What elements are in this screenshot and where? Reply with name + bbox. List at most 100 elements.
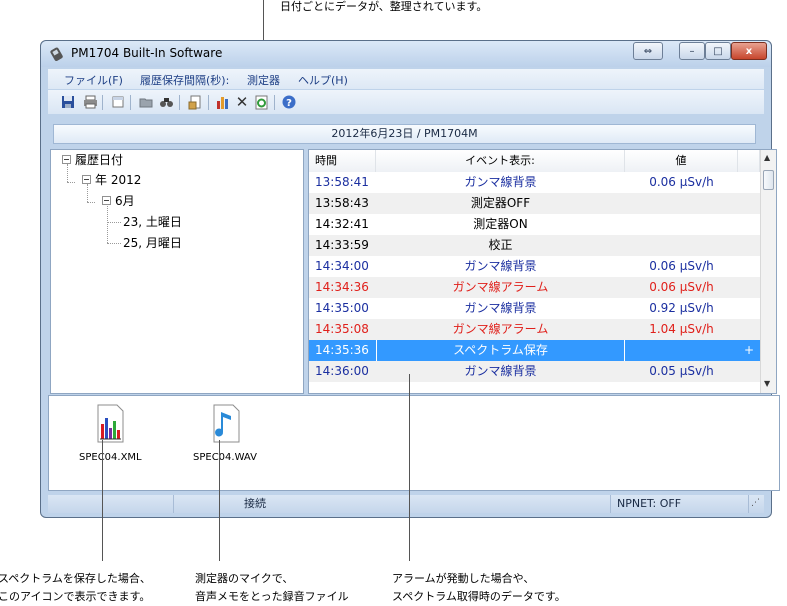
tree-line (107, 222, 121, 223)
menu-file[interactable]: ファイル(F) (64, 72, 123, 88)
header-value[interactable]: 値 (625, 150, 738, 172)
resize-grip-icon[interactable]: ⋰ (751, 498, 762, 509)
spectrum-chart-icon[interactable] (95, 404, 125, 444)
menu-history-interval[interactable]: 履歴保存間隔(秒): (140, 72, 229, 88)
event-time: 14:35:00 (315, 301, 369, 315)
annotation-bottom-middle-line2: 音声メモをとった録音ファイル (195, 590, 349, 603)
annotation-bottom-right-line2: スペクトラム取得時のデータです。 (392, 590, 566, 603)
find-icon[interactable] (158, 94, 174, 110)
tree-node-root[interactable]: 履歴日付 (75, 152, 123, 168)
event-row[interactable]: 13:58:41 ガンマ線背景 0.06 µSv/h (309, 172, 760, 193)
tree-line (107, 243, 121, 244)
annotation-bottom-middle-line1: 測定器のマイクで、 (195, 572, 294, 585)
tree-line (107, 204, 108, 243)
tree-collapse-toggle[interactable] (62, 155, 71, 164)
window-title: PM1704 Built-In Software (71, 46, 223, 60)
event-row[interactable]: 14:36:00 ガンマ線背景 0.05 µSv/h (309, 361, 760, 382)
export-icon[interactable] (187, 94, 203, 110)
annotation-bottom-middle-leader (219, 440, 220, 561)
annotation-bottom-right-leader (409, 374, 410, 561)
new-icon[interactable] (110, 94, 126, 110)
tree-line (67, 164, 68, 182)
menu-device[interactable]: 測定器 (247, 72, 280, 88)
event-value (625, 235, 738, 256)
chart-icon[interactable] (215, 94, 231, 110)
event-name: ガンマ線アラーム (452, 322, 549, 336)
app-window: PM1704 Built-In Software ⇔ – □ x ファイル(F)… (40, 40, 780, 518)
tree-line (67, 182, 75, 183)
expand-marker[interactable]: + (738, 340, 760, 361)
event-list-header: 時間 イベント表示: 値 (309, 150, 760, 173)
status-panel-empty (48, 495, 174, 513)
annotation-top: 日付ごとにデータが、整理されています。 (280, 0, 488, 13)
event-name: ガンマ線背景 (464, 175, 537, 189)
event-row[interactable]: 14:35:36 スペクトラム保存 + (309, 340, 760, 361)
tree-node-day-25[interactable]: 25, 月曜日 (123, 235, 182, 251)
attachment-files-pane: SPEC04.XML SPEC04.WAV (48, 395, 780, 491)
header-time[interactable]: 時間 (309, 150, 376, 172)
tree-node-year[interactable]: 年 2012 (95, 172, 141, 188)
annotation-bottom-left-line2: このアイコンで表示できます。 (0, 590, 151, 603)
file-name[interactable]: SPEC04.WAV (193, 452, 257, 463)
tree-line (87, 202, 95, 203)
file-name[interactable]: SPEC04.XML (79, 452, 142, 463)
tree-collapse-toggle[interactable] (102, 196, 111, 205)
event-value: 0.06 µSv/h (649, 280, 714, 294)
tree-line (87, 184, 88, 202)
close-button[interactable]: x (731, 42, 767, 60)
open-folder-icon[interactable] (138, 94, 154, 110)
event-name: 測定器OFF (470, 196, 531, 210)
annotation-bottom-right-line1: アラームが発動した場合や、 (392, 572, 535, 585)
event-list-scrollbar[interactable]: ▲ ▼ (760, 150, 776, 393)
event-time: 14:33:59 (315, 238, 369, 252)
event-row[interactable]: 14:34:36 ガンマ線アラーム 0.06 µSv/h (309, 277, 760, 298)
scroll-up-icon[interactable]: ▲ (764, 153, 770, 162)
event-name: 測定器ON (473, 217, 528, 231)
maximize-button[interactable]: □ (705, 42, 731, 60)
event-value: 0.06 µSv/h (649, 259, 714, 273)
event-name: ガンマ線アラーム (452, 280, 549, 294)
event-time: 13:58:41 (315, 175, 369, 189)
event-row[interactable]: 14:32:41 測定器ON (309, 214, 760, 235)
event-row[interactable]: 14:33:59 校正 (309, 235, 760, 256)
event-value (625, 214, 738, 235)
event-value: 0.05 µSv/h (649, 364, 714, 378)
event-time: 14:35:36 (315, 343, 369, 357)
title-bar[interactable]: PM1704 Built-In Software ⇔ – □ x (41, 41, 771, 67)
event-value (625, 340, 738, 361)
restore-button[interactable]: ⇔ (633, 42, 663, 60)
app-icon (50, 47, 63, 61)
minimize-button[interactable]: – (679, 42, 705, 60)
event-name: ガンマ線背景 (464, 301, 537, 315)
status-bar: 接続 NPNET: OFF ⋰ (48, 495, 764, 513)
event-row[interactable]: 14:35:00 ガンマ線背景 0.92 µSv/h (309, 298, 760, 319)
toolbar-separator (102, 95, 103, 110)
event-value: 0.06 µSv/h (649, 175, 714, 189)
selected-date-band: 2012年6月23日 / PM1704M (53, 124, 756, 144)
event-time: 14:34:36 (315, 280, 369, 294)
print-icon[interactable] (82, 94, 98, 110)
header-event[interactable]: イベント表示: (376, 150, 625, 172)
menu-bar: ファイル(F) 履歴保存間隔(秒): 測定器 ヘルプ(H) (48, 69, 764, 89)
tree-node-day-23[interactable]: 23, 土曜日 (123, 214, 182, 230)
event-row[interactable]: 14:35:08 ガンマ線アラーム 1.04 µSv/h (309, 319, 760, 340)
scroll-down-icon[interactable]: ▼ (764, 379, 770, 388)
help-icon[interactable]: ? (281, 94, 297, 110)
toolbar-separator (130, 95, 131, 110)
refresh-icon[interactable] (253, 94, 269, 110)
tree-collapse-toggle[interactable] (82, 175, 91, 184)
annotation-bottom-left-leader (102, 440, 103, 561)
event-time: 14:36:00 (315, 364, 369, 378)
event-value: 1.04 µSv/h (649, 322, 714, 336)
tree-node-month[interactable]: 6月 (115, 193, 135, 209)
annotation-bottom-left-line1: スペクトラムを保存した場合、 (0, 572, 151, 585)
scroll-thumb[interactable] (763, 170, 774, 190)
delete-icon[interactable]: ✕ (234, 93, 250, 111)
event-row[interactable]: 14:34:00 ガンマ線背景 0.06 µSv/h (309, 256, 760, 277)
save-icon[interactable] (60, 94, 76, 110)
toolbar: ✕ ? (48, 90, 764, 114)
menu-help[interactable]: ヘルプ(H) (298, 72, 348, 88)
event-row[interactable]: 13:58:43 測定器OFF (309, 193, 760, 214)
audio-note-icon[interactable] (211, 404, 241, 444)
history-date-tree: 履歴日付 年 2012 6月 23, 土曜日 25, 月曜日 (50, 149, 304, 394)
